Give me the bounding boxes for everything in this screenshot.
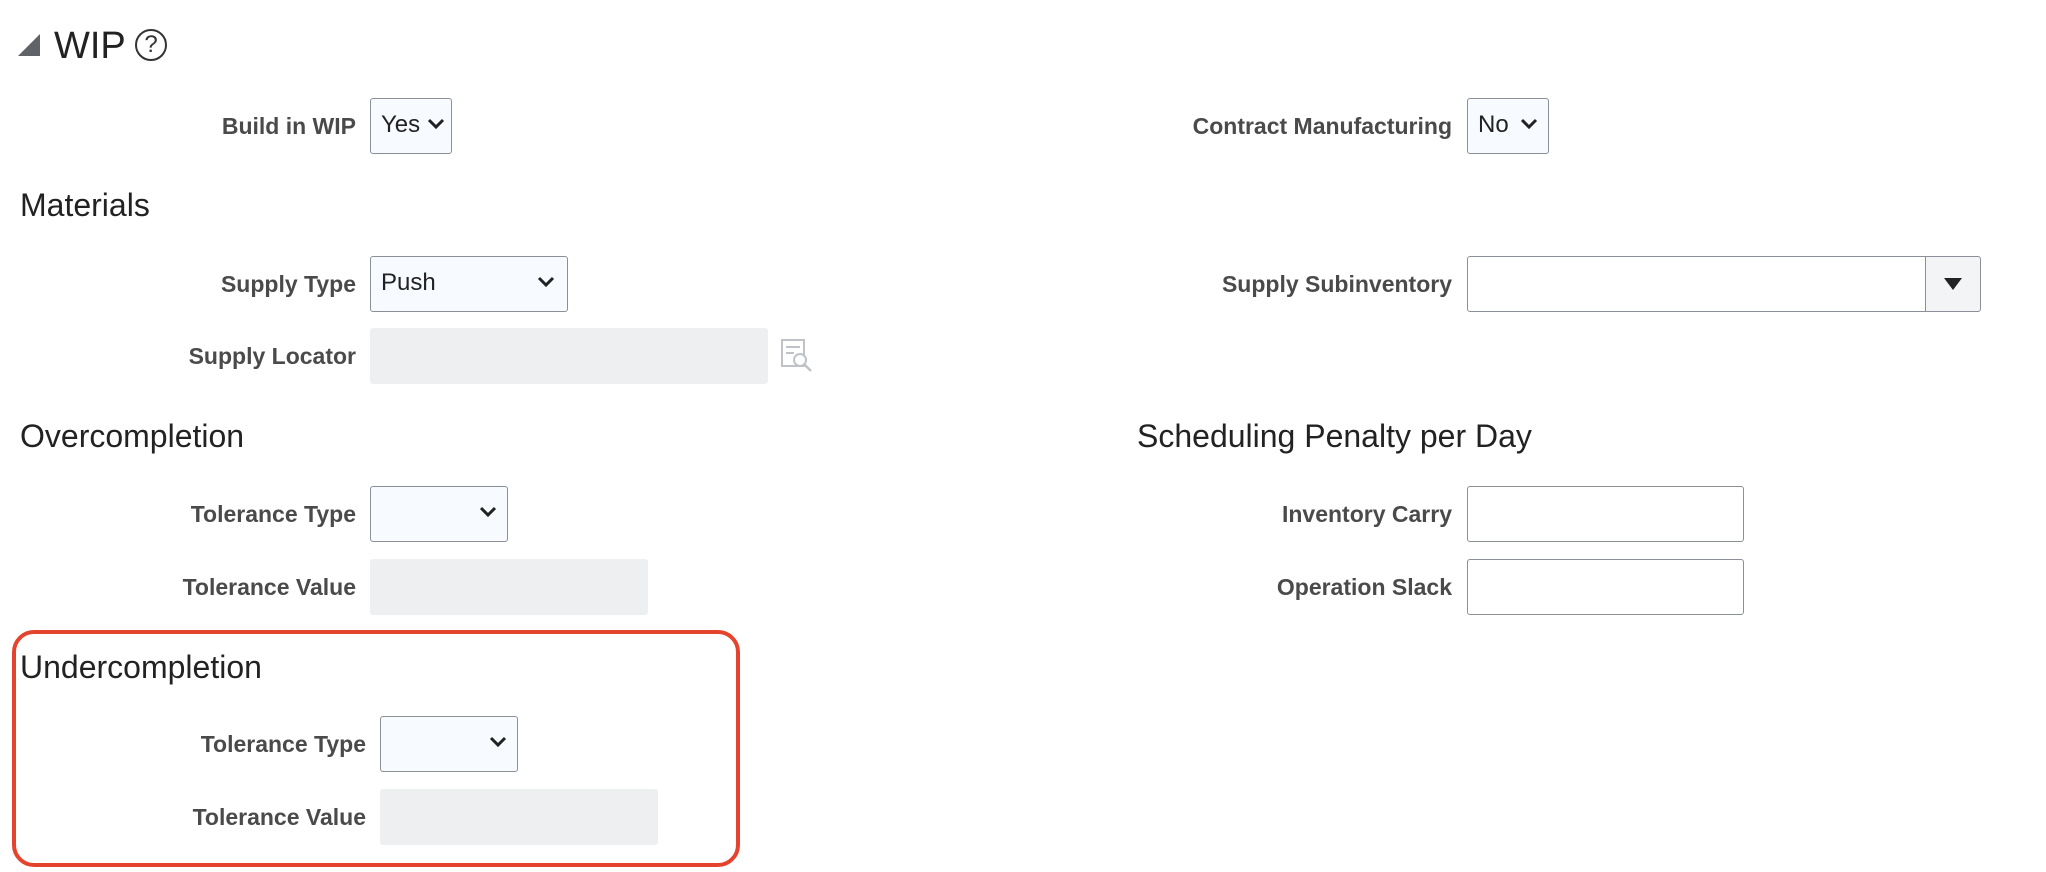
supply-type-label: Supply Type (220, 271, 356, 297)
overcompletion-tolerance-type-select[interactable] (370, 486, 508, 542)
supply-type-value: Push (381, 269, 436, 296)
overcompletion-tolerance-value-input (370, 559, 648, 615)
chevron-down-icon (479, 506, 497, 518)
section-title: WIP (54, 25, 126, 67)
supply-locator-input (370, 328, 768, 384)
inventory-carry-input[interactable] (1467, 486, 1744, 542)
undercompletion-tolerance-type-select[interactable] (380, 716, 518, 772)
contract-manufacturing-value: No (1478, 111, 1509, 138)
chevron-down-icon (1520, 118, 1538, 130)
undercompletion-tolerance-value-label: Tolerance Value (192, 804, 366, 830)
help-icon[interactable]: ? (135, 29, 167, 61)
undercompletion-tolerance-type-label: Tolerance Type (200, 731, 366, 757)
supply-locator-label: Supply Locator (188, 343, 356, 369)
overcompletion-header: Overcompletion (20, 418, 245, 454)
supply-subinventory-dropdown-button[interactable] (1925, 256, 1981, 312)
scheduling-penalty-header: Scheduling Penalty per Day (1137, 418, 1532, 454)
overcompletion-tolerance-type-label: Tolerance Type (190, 501, 356, 527)
contract-manufacturing-label: Contract Manufacturing (1192, 113, 1452, 139)
chevron-down-icon (537, 276, 555, 288)
contract-manufacturing-select[interactable]: No (1467, 98, 1549, 154)
operation-slack-label: Operation Slack (1276, 574, 1452, 600)
build-in-wip-label: Build in WIP (221, 113, 356, 139)
inventory-carry-label: Inventory Carry (1281, 501, 1452, 527)
search-icon (781, 339, 812, 372)
undercompletion-header: Undercompletion (20, 649, 262, 685)
collapse-icon[interactable] (18, 34, 40, 56)
operation-slack-input[interactable] (1467, 559, 1744, 615)
overcompletion-tolerance-value-label: Tolerance Value (182, 574, 356, 600)
dropdown-arrow-icon (1944, 278, 1962, 290)
chevron-down-icon (489, 736, 507, 748)
build-in-wip-value: Yes (381, 111, 421, 138)
undercompletion-tolerance-value-input (380, 789, 658, 845)
chevron-down-icon (427, 118, 445, 130)
supply-subinventory-input[interactable] (1467, 256, 1927, 312)
build-in-wip-select[interactable]: Yes (370, 98, 452, 154)
supply-subinventory-label: Supply Subinventory (1221, 271, 1452, 297)
materials-header: Materials (20, 187, 150, 223)
supply-type-select[interactable]: Push (370, 256, 568, 312)
